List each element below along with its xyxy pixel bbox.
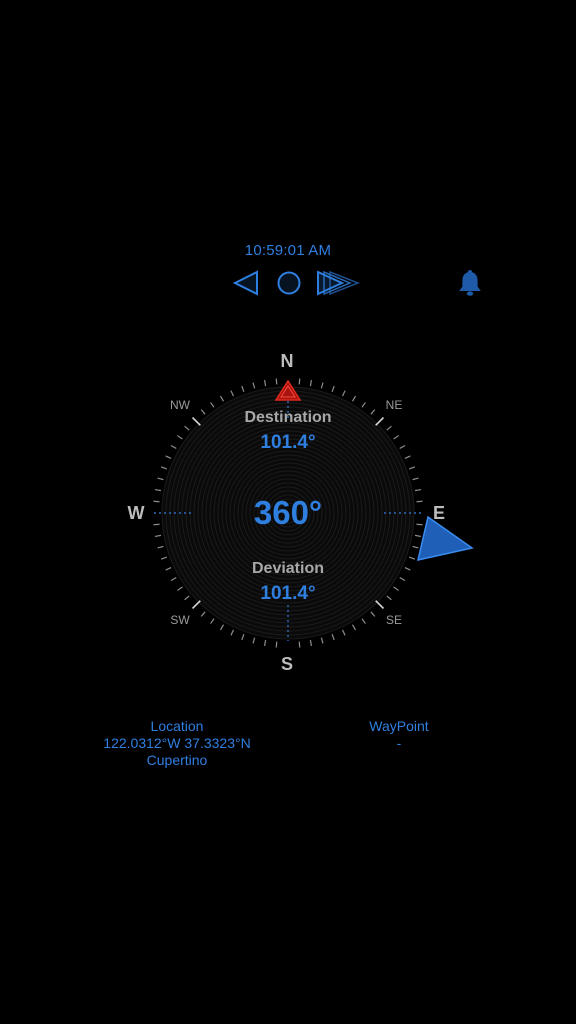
- compass-tick: [219, 624, 225, 631]
- compass-tick: [154, 534, 162, 538]
- location-city: Cupertino: [146, 752, 208, 768]
- compass-tick: [157, 477, 164, 481]
- compass-tick: [263, 379, 267, 387]
- playback-controls: [0, 266, 576, 300]
- compass-tick: [370, 611, 376, 617]
- compass-tick: [412, 477, 419, 481]
- compass-tick: [230, 390, 235, 397]
- fast-forward-icon: [317, 270, 361, 296]
- circle-icon: [277, 271, 301, 295]
- compass-tick: [252, 382, 256, 389]
- destination-value: 101.4°: [260, 432, 316, 453]
- fast-forward-button[interactable]: [314, 266, 364, 300]
- previous-button[interactable]: [230, 266, 264, 300]
- compass-tick: [404, 455, 411, 460]
- deviation-label: Deviation: [251, 560, 324, 577]
- bell-icon: [459, 270, 481, 296]
- waypoint-value: -: [396, 735, 402, 751]
- compass-tick: [331, 385, 335, 392]
- compass-tick: [160, 466, 167, 470]
- waypoint-label: WayPoint: [369, 718, 429, 734]
- heading-value: 360°: [253, 494, 323, 531]
- compass-tick: [361, 618, 366, 624]
- alarm-button[interactable]: [452, 266, 488, 300]
- compass-tick: [219, 395, 225, 402]
- intercardinal-sw: SW: [170, 613, 190, 627]
- cardinal-s: S: [280, 654, 294, 674]
- compass-tick: [230, 629, 235, 636]
- compass-tick: [157, 545, 164, 549]
- clock-time: 10:59:01 AM: [244, 242, 332, 259]
- compass-tick: [320, 382, 324, 389]
- compass-tick: [154, 488, 162, 492]
- compass-tick: [341, 390, 346, 397]
- waypoint-panel: WayPoint -: [320, 718, 478, 752]
- cardinal-n: N: [280, 351, 294, 371]
- triangle-left-icon: [232, 270, 258, 296]
- compass-tick: [331, 634, 335, 641]
- compass-tick: [210, 402, 215, 408]
- compass-tick: [298, 378, 301, 385]
- compass-tick: [275, 641, 278, 648]
- compass-tick: [298, 641, 301, 648]
- compass-tick: [252, 637, 256, 644]
- compass-tick: [341, 629, 346, 636]
- compass-tick: [351, 395, 357, 402]
- compass-tick: [361, 402, 366, 408]
- compass-tick: [241, 634, 245, 641]
- compass-tick: [409, 466, 416, 470]
- destination-label: Destination: [244, 409, 332, 426]
- compass-tick: [414, 488, 422, 492]
- compass-tick: [263, 639, 267, 647]
- compass-tick: [160, 556, 167, 560]
- deviation-value: 101.4°: [260, 583, 316, 604]
- compass-tick: [210, 618, 215, 624]
- compass-tick: [165, 455, 172, 460]
- compass-tick: [309, 379, 313, 387]
- intercardinal-se: SE: [385, 613, 403, 627]
- location-panel: Location 122.0312°W 37.3323°N Cupertino: [60, 718, 294, 769]
- stop-button[interactable]: [272, 266, 306, 300]
- compass-tick: [351, 624, 357, 631]
- compass-dial: N E S W NE SE SW NW Destination 101.4° 3…: [118, 340, 458, 685]
- location-coords: 122.0312°W 37.3323°N: [103, 735, 251, 751]
- compass-tick: [309, 639, 313, 647]
- destination-pointer-icon[interactable]: [410, 510, 480, 570]
- compass-tick: [275, 378, 278, 385]
- compass-tick: [200, 611, 206, 617]
- location-label: Location: [150, 718, 204, 734]
- compass-tick: [320, 637, 324, 644]
- compass-tick: [241, 385, 245, 392]
